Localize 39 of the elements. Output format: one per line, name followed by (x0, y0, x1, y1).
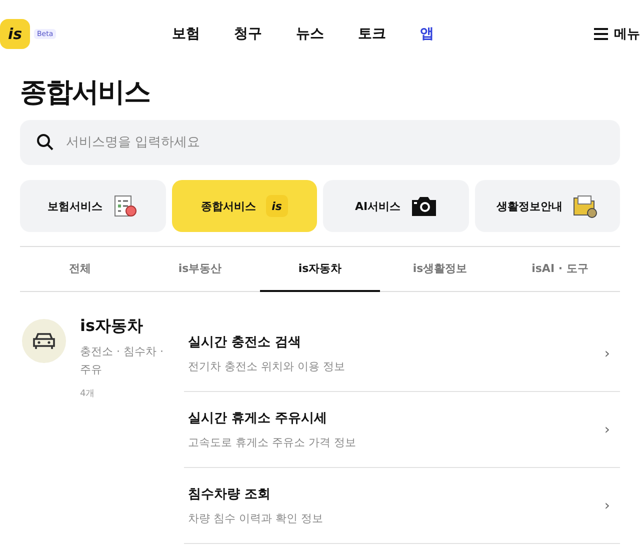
tab[interactable]: isAI · 도구 (500, 247, 620, 292)
service-item[interactable]: 실시간 충전소 검색 전기차 충전소 위치와 이용 정보 › (184, 316, 620, 392)
chevron-icon: › (604, 422, 620, 438)
category-card[interactable]: 보험서비스 (20, 180, 166, 232)
item-title: 실시간 휴게소 주유시세 (188, 410, 328, 427)
category-card[interactable]: 생활정보안내 (474, 180, 620, 232)
item-title: 침수차량 조회 (188, 486, 272, 503)
item-description: 전기차 충전소 위치와 이용 정보 (188, 359, 346, 374)
section-title: is자동차 (80, 316, 144, 337)
chevron-icon: › (604, 498, 620, 514)
item-count: 4개 (80, 388, 96, 400)
service-item[interactable]: 실시간 휴게소 주유시세 고속도로 휴게소 주유소 가격 정보 › (184, 392, 620, 468)
item-title: 실시간 충전소 검색 (188, 334, 302, 351)
nav-link[interactable]: 보험 (172, 25, 200, 43)
page-title: 종합서비스 (20, 76, 151, 110)
menu-icon (593, 27, 609, 41)
item-description: 차량 침수 이력과 확인 정보 (188, 511, 324, 526)
category-card[interactable]: AI서비스 (323, 180, 468, 232)
document-icon (112, 193, 138, 219)
folder-icon (572, 193, 598, 219)
nav-link[interactable]: 토크 (358, 25, 386, 43)
logo[interactable]: is (0, 19, 30, 49)
section-subtitle: 충전소 · 침수차 · 주유 (80, 344, 164, 378)
camera-icon (410, 195, 437, 217)
tab[interactable]: 전체 (20, 247, 140, 292)
service-item[interactable]: 침수차량 조회 차량 침수 이력과 확인 정보 › (184, 468, 620, 544)
tab[interactable]: is부동산 (140, 247, 260, 292)
search-field[interactable]: 서비스명을 입력하세요 (20, 120, 620, 165)
logo: is (266, 195, 288, 217)
tab[interactable]: is생활정보 (380, 247, 500, 292)
item-description: 고속도로 휴게소 주유소 가격 정보 (188, 435, 357, 450)
menu-button[interactable]: 메뉴 (593, 25, 640, 43)
nav-link[interactable]: 청구 (234, 25, 262, 43)
category-card[interactable]: 종합서비스 is (172, 180, 317, 232)
tab[interactable]: is자동차 (260, 247, 380, 292)
chevron-icon: › (604, 346, 620, 362)
nav-link[interactable]: 뉴스 (296, 25, 324, 43)
nav-link[interactable]: 앱 (420, 25, 434, 43)
car-icon (22, 319, 66, 363)
